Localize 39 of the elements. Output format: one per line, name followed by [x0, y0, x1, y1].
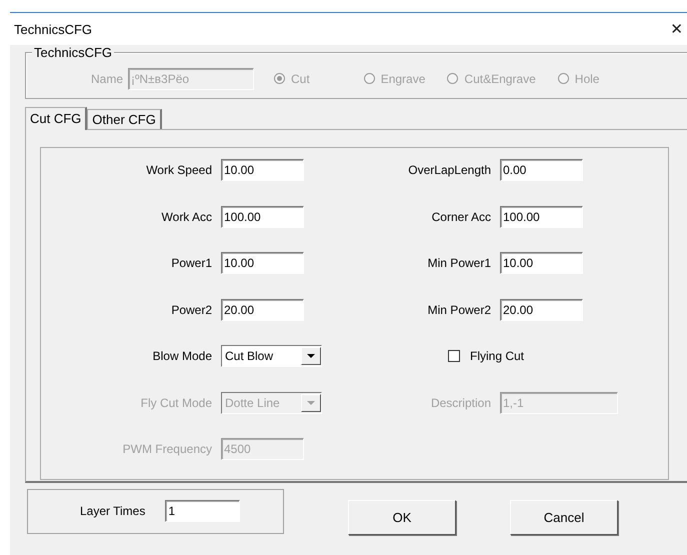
field-label: Work Acc	[160, 208, 213, 226]
field-label: Power1	[170, 255, 213, 272]
checkbox[interactable]	[448, 350, 460, 362]
dropdown[interactable]: Cut Blow	[221, 345, 322, 367]
field-label: PWM Frequency	[122, 441, 213, 458]
input-field[interactable]: 10.00	[221, 252, 304, 274]
tab[interactable]: Cut CFG	[25, 107, 88, 130]
field-label: Fly Cut Mode	[140, 394, 213, 412]
field-label: Min Power2	[426, 302, 492, 318]
cancel-button[interactable]: Cancel	[510, 500, 618, 534]
field-label: Blow Mode	[152, 348, 213, 365]
ok-button[interactable]: OK	[348, 500, 456, 534]
input-field[interactable]: 20.00	[500, 298, 583, 320]
close-button[interactable]: ✕	[666, 20, 687, 38]
tab[interactable]: Other CFG	[87, 109, 162, 129]
field-label: Work Speed	[145, 162, 213, 179]
dropdown-arrow-icon	[307, 354, 315, 358]
input-field[interactable]: 10.00	[500, 252, 583, 274]
radio-label: Hole	[574, 72, 600, 86]
window-title: TechnicsCFG	[13, 22, 92, 36]
input-field[interactable]: 100.00	[500, 206, 583, 228]
dropdown-arrow-icon	[307, 400, 315, 404]
radio-label: Cut&Engrave	[464, 72, 536, 86]
input-field[interactable]: 100.00	[221, 206, 304, 228]
field-label: OverLapLength	[407, 162, 492, 179]
input-field[interactable]: 10.00	[221, 159, 304, 181]
radio-label: Cut	[291, 72, 310, 86]
field-label: Name	[91, 72, 124, 86]
field-label: Min Power1	[426, 255, 492, 272]
group-title: TechnicsCFG	[32, 45, 114, 60]
radio-label: Engrave	[380, 72, 426, 86]
field-label: Power2	[170, 302, 213, 318]
field-label: Corner Acc	[430, 208, 492, 226]
input-field[interactable]: 1	[165, 500, 240, 522]
input-field[interactable]: 0.00	[500, 159, 583, 181]
field-label: Description	[430, 394, 492, 412]
field-label: Layer Times	[80, 504, 146, 518]
checkbox-label: Flying Cut	[470, 348, 524, 365]
input-field[interactable]: 20.00	[221, 298, 304, 320]
